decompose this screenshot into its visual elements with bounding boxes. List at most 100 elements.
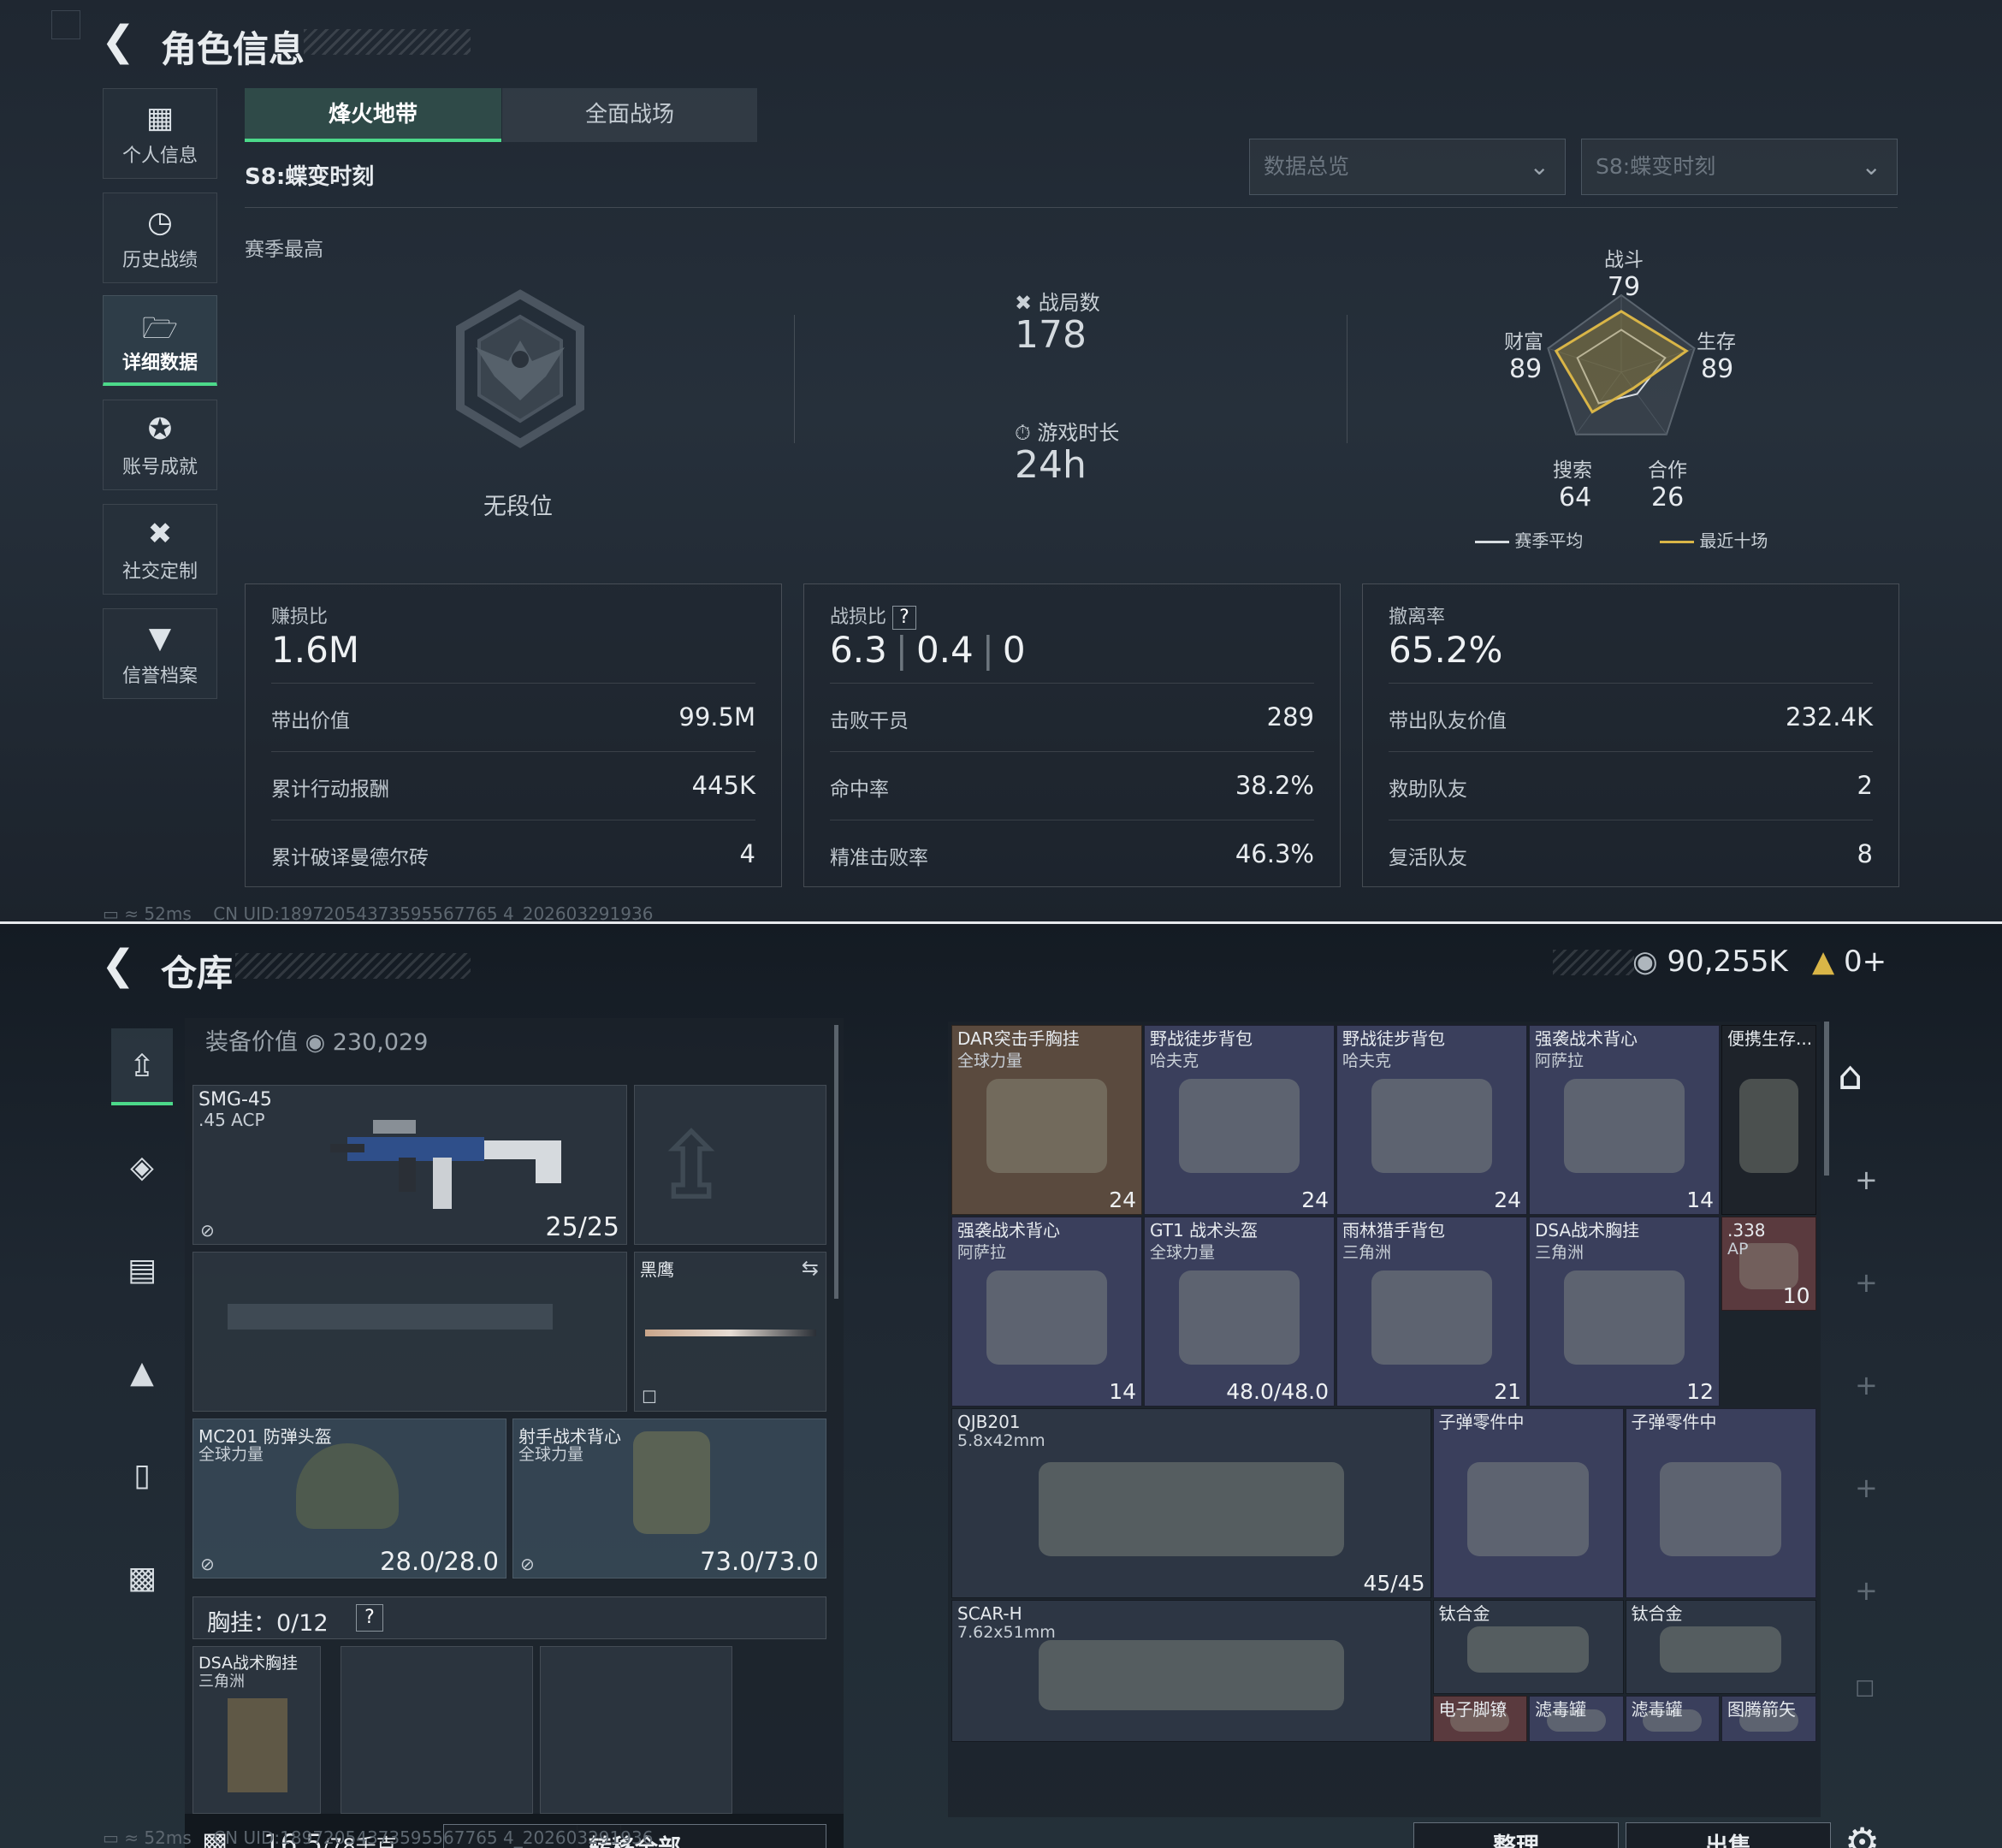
stat-row: 复活队友 8: [1389, 820, 1873, 888]
stash-item[interactable]: 子弹零件中: [1625, 1408, 1816, 1598]
nav-armor[interactable]: ▤: [111, 1232, 173, 1309]
uid-text: CN UID:18972054373595567765 4_2026032919…: [213, 1827, 654, 1848]
item-subtitle: 阿萨拉: [957, 1243, 1007, 1262]
sell-button[interactable]: 出售: [1626, 1822, 1831, 1848]
coin-icon: ◉: [1632, 945, 1658, 979]
stash-item[interactable]: GT1 战术头盔 全球力量 48.0/48.0: [1144, 1217, 1335, 1407]
stash-item[interactable]: 雨林猎手背包 三角洲 21: [1336, 1217, 1527, 1407]
data-overview-dropdown[interactable]: 数据总览 ⌄: [1249, 139, 1566, 195]
tab-warzone[interactable]: 烽火地带: [245, 88, 501, 142]
add-storage-icon[interactable]: +: [1855, 1164, 1878, 1196]
storage-tab-icon[interactable]: ⌂: [1838, 1052, 1863, 1099]
nav-label: 历史战绩: [121, 250, 198, 271]
secondary-weapon-slot-empty[interactable]: [192, 1252, 627, 1412]
add-storage-icon[interactable]: +: [1855, 1266, 1878, 1299]
ammo-count: 25/25: [545, 1212, 619, 1242]
stat-value: 232.4K: [1785, 702, 1873, 732]
kd-value-c: 0: [1002, 629, 1026, 671]
item-image: [1563, 1270, 1685, 1365]
chest-slot-empty[interactable]: [341, 1646, 533, 1814]
stash-item[interactable]: 钛合金: [1432, 1600, 1624, 1694]
stash-scrollbar[interactable]: [1824, 1022, 1829, 1176]
currency-display: ◉ 90,255K: [1632, 945, 1788, 979]
stash-item[interactable]: 电子脚镣: [1432, 1696, 1527, 1742]
kd-panel: 战损比 ? 6.3 | 0.4 | 0 击败干员 289 命中率 38.2% 精准击败率 46…: [803, 583, 1341, 887]
nav-cases[interactable]: ▩: [111, 1540, 173, 1617]
add-storage-icon[interactable]: +: [1855, 1472, 1878, 1504]
nav-history[interactable]: ◷ 历史战绩: [103, 192, 217, 283]
add-storage-icon[interactable]: +: [1855, 1574, 1878, 1607]
nav-label: 信誉档案: [121, 666, 198, 687]
chest-label-text: 胸挂：: [207, 1610, 276, 1637]
item-image: [1038, 1461, 1344, 1556]
stash-item[interactable]: DSA战术胸挂 三角洲 12: [1529, 1217, 1720, 1407]
help-icon[interactable]: ?: [356, 1604, 383, 1632]
item-subtitle: 阿萨拉: [1535, 1051, 1584, 1070]
stat-row: 累计行动报酬 445K: [271, 751, 755, 820]
item-image: [1563, 1078, 1685, 1173]
nav-vests[interactable]: ◈: [111, 1129, 173, 1206]
nav-reputation[interactable]: ▼ 信誉档案: [103, 608, 217, 699]
stash-item[interactable]: .338 AP 10: [1721, 1217, 1816, 1311]
item-image: [1738, 1078, 1798, 1173]
nav-backpacks[interactable]: ▲: [111, 1335, 173, 1412]
nav-consumables[interactable]: ▯: [111, 1437, 173, 1514]
rank-label: 无段位: [483, 494, 553, 520]
armor-durability: 73.0/73.0: [700, 1547, 819, 1576]
helmet-image: [296, 1443, 399, 1529]
item-name: 便携生存...: [1727, 1028, 1813, 1049]
stash-item[interactable]: 子弹零件中: [1432, 1408, 1624, 1598]
chest-slot-empty[interactable]: [540, 1646, 732, 1814]
playtime-label-text: 游戏时长: [1037, 421, 1120, 445]
season-dropdown[interactable]: S8:蝶变时刻 ⌄: [1581, 139, 1898, 195]
nav-weapons[interactable]: ⇫: [111, 1028, 173, 1105]
item-name: DAR突击手胸挂: [957, 1028, 1080, 1049]
equipment-scrollbar[interactable]: [834, 1025, 838, 1299]
stash-item[interactable]: 滤毒罐: [1529, 1696, 1624, 1742]
gear-icon[interactable]: ⚙: [1845, 1819, 1880, 1848]
stat-row: 累计破译曼德尔砖 4: [271, 820, 755, 888]
stash-item[interactable]: 钛合金: [1625, 1600, 1816, 1694]
nav-detailed-data[interactable]: 🗁 详细数据: [103, 295, 217, 386]
knife-slot[interactable]: 黑鹰 ⇆ ☐: [634, 1252, 826, 1412]
stash-item[interactable]: 野战徒步背包 哈夫克 24: [1144, 1025, 1335, 1215]
pistol-slot-empty[interactable]: ⇫: [634, 1085, 826, 1245]
stash-item[interactable]: 强袭战术背心 阿萨拉 14: [1529, 1025, 1720, 1215]
swap-icon[interactable]: ⇆: [802, 1256, 819, 1280]
lock-icon: ☐: [1855, 1677, 1875, 1703]
stash-item[interactable]: DAR突击手胸挂 全球力量 24: [951, 1025, 1142, 1215]
back-arrow-icon[interactable]: ❮: [101, 17, 135, 65]
stash-item[interactable]: 便携生存...: [1721, 1025, 1816, 1215]
item-name: 雨林猎手背包: [1342, 1220, 1445, 1241]
premium-currency[interactable]: ▲ 0+: [1812, 945, 1886, 979]
panel-title: 赚损比: [271, 607, 329, 628]
primary-weapon-slot[interactable]: SMG-45 .45 ACP 25/25 ⊘: [192, 1085, 627, 1245]
no-insure-icon: ⊘: [200, 1220, 215, 1241]
add-storage-icon[interactable]: +: [1855, 1369, 1878, 1401]
sort-button[interactable]: 整理: [1413, 1822, 1619, 1848]
help-icon[interactable]: ?: [892, 606, 917, 630]
smg-image: [330, 1120, 561, 1209]
stash-item[interactable]: 野战徒步背包 哈夫克 24: [1336, 1025, 1527, 1215]
stash-item[interactable]: 强袭战术背心 阿萨拉 14: [951, 1217, 1142, 1407]
armor-slot[interactable]: 射手战术背心 全球力量 73.0/73.0 ⊘: [512, 1419, 826, 1578]
divider: [1347, 315, 1348, 443]
nav-social[interactable]: ✖ 社交定制: [103, 504, 217, 595]
stash-item[interactable]: SCAR-H 7.62x51mm: [951, 1600, 1431, 1742]
no-insure-icon: ⊘: [520, 1554, 535, 1574]
stash-item[interactable]: QJB201 5.8x42mm 45/45: [951, 1408, 1431, 1598]
chevron-down-icon: ⌄: [1529, 152, 1549, 181]
nav-achievements[interactable]: ✪ 账号成就: [103, 400, 217, 490]
item-image: [1467, 1626, 1589, 1673]
helmet-slot[interactable]: MC201 防弹头盔 全球力量 28.0/28.0 ⊘: [192, 1419, 506, 1578]
chest-rig-item[interactable]: DSA战术胸挂 三角洲: [192, 1646, 321, 1814]
stat-key: 复活队友: [1389, 847, 1467, 869]
playtime-label: ⏱ 游戏时长: [1015, 416, 1119, 446]
nav-personal-info[interactable]: ▦ 个人信息: [103, 88, 217, 179]
divider: [794, 315, 795, 443]
season-best-label: 赛季最高: [245, 239, 323, 261]
stash-item[interactable]: 滤毒罐: [1625, 1696, 1720, 1742]
back-arrow-icon[interactable]: ❮: [101, 941, 135, 989]
tab-full-battlefield[interactable]: 全面战场: [502, 88, 757, 142]
stash-item[interactable]: 图腾箭矢: [1721, 1696, 1816, 1742]
